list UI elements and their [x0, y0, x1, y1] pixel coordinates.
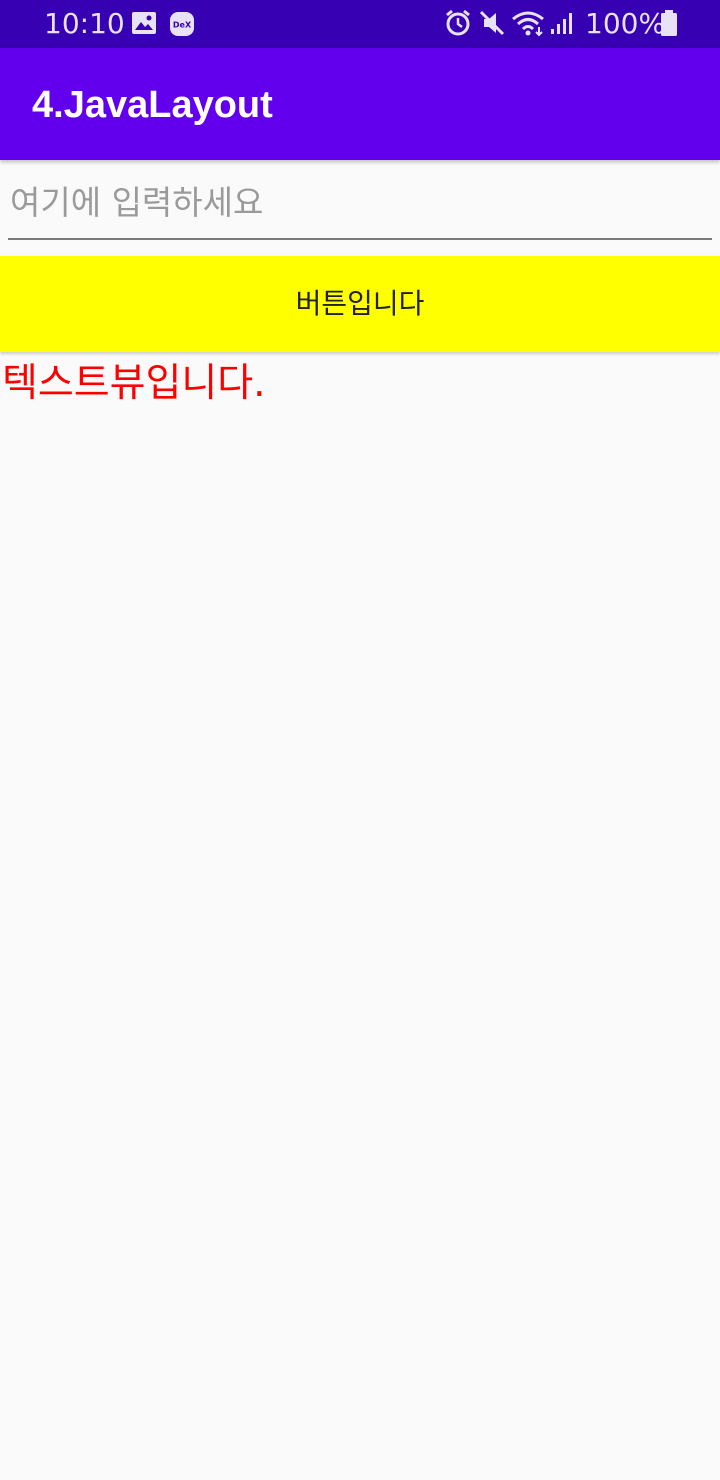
signal-icon [551, 13, 572, 34]
dex-label: DeX [173, 21, 192, 30]
dex-icon: DeX [170, 12, 194, 36]
alarm-icon [446, 9, 470, 36]
status-time: 10:10 [44, 7, 125, 40]
app-bar: 4.JavaLayout [0, 48, 720, 160]
text-input[interactable] [8, 176, 712, 238]
battery-percent: 100% [585, 7, 666, 40]
wifi-icon [512, 11, 544, 37]
battery-icon [661, 10, 677, 36]
text-input-container [8, 176, 712, 240]
main-button[interactable]: 버튼입니다 [0, 256, 720, 352]
status-bar: 10:10 DeX 100% [0, 0, 720, 48]
app-title: 4.JavaLayout [32, 84, 273, 126]
text-view: 텍스트뷰입니다. [2, 361, 266, 406]
image-icon [132, 12, 156, 34]
mute-icon [479, 10, 505, 36]
